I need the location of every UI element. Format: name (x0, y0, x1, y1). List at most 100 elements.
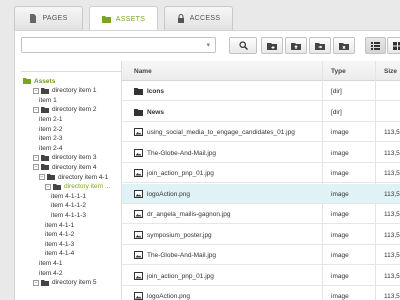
folder-open-icon (41, 87, 49, 94)
tree-item-label: item 4-1-1-3 (51, 211, 87, 219)
file-size: 113,57 (384, 211, 400, 218)
file-type: image (331, 170, 349, 177)
table-row[interactable]: join_action_pnp_01.jpg image 113,57 (122, 266, 400, 286)
collapse-toggle-icon[interactable]: − (39, 174, 45, 180)
file-type: image (331, 272, 349, 280)
file-name: symposium_poster.jpg (147, 231, 212, 239)
table-row[interactable]: logoAction.png image 113,57 (122, 286, 400, 300)
tree-item[interactable]: item 4-1-1-2 (51, 201, 86, 211)
grid-view-button[interactable] (387, 37, 400, 54)
chevron-down-icon: ▾ (206, 42, 210, 49)
file-type: image (331, 231, 349, 239)
tree-folder-item[interactable]: − directory item 5 (33, 278, 96, 288)
tree-folder-item[interactable]: − directory item 4-1 (39, 172, 108, 182)
list-view-button[interactable] (365, 37, 386, 54)
file-name: join_action_pnp_01.jpg (147, 272, 214, 280)
table-row[interactable]: dr_angela_mailis-gagnon.jpg image 113,57 (122, 204, 400, 224)
tree-item-label: item 4-1-3 (45, 240, 75, 248)
file-size: 113,57 (384, 252, 400, 259)
file-type: image (331, 190, 349, 198)
tree-item[interactable]: item 4-1-3 (45, 239, 74, 249)
tree-item[interactable]: item 2-2 (39, 124, 62, 134)
column-header-type[interactable]: Type (331, 68, 346, 75)
file-name: Icons (147, 88, 164, 95)
file-size: 113,57 (384, 293, 400, 300)
collapse-toggle-icon[interactable]: − (33, 87, 39, 94)
tree-item-label: item 2-2 (39, 125, 63, 133)
collapse-toggle-icon[interactable]: − (45, 183, 51, 190)
tree-folder-item[interactable]: Assets (23, 76, 55, 86)
table-row[interactable]: join_action_pnp_01.jpg image 113,57 (122, 163, 400, 183)
tab-access-label: ACCESS (189, 15, 221, 22)
tree-item-label: Assets (34, 77, 56, 85)
file-type: image (331, 149, 349, 157)
file-name: News (147, 108, 164, 116)
file-type: image (331, 293, 349, 300)
delete-button[interactable] (333, 37, 355, 54)
table-row[interactable]: logoAction.png image 113,57 (122, 183, 400, 204)
tree-item[interactable]: item 2-3 (39, 134, 62, 144)
collapse-toggle-icon[interactable]: − (33, 164, 39, 171)
file-size: 113,57 (384, 272, 400, 280)
collapse-toggle-icon[interactable]: − (33, 154, 39, 161)
tree-item[interactable]: item 4-1 (39, 258, 62, 268)
tree-item-label: directory item 3 (52, 154, 97, 162)
tree-item[interactable]: item 4-1-2 (45, 230, 74, 240)
new-folder-button[interactable] (261, 37, 283, 54)
tree-folder-item[interactable]: − directory item ... (45, 182, 110, 192)
table-row[interactable]: symposium_poster.jpg image 113,57 (122, 225, 400, 245)
tab-assets-label: ASSETS (115, 15, 146, 23)
tree-item-label: item 2-4 (39, 144, 63, 152)
upload-button[interactable] (285, 37, 307, 54)
tree-folder-item[interactable]: − directory item 4 (33, 162, 96, 172)
tree-folder-item[interactable]: − directory item 3 (33, 153, 96, 163)
tree-item[interactable]: item 2-4 (39, 143, 62, 153)
collapse-toggle-icon[interactable]: − (33, 106, 39, 113)
file-size: 113,57 (384, 190, 400, 198)
folder-open-icon (41, 164, 49, 171)
tree-item[interactable]: item 2-1 (39, 114, 62, 124)
file-name: The-Globe-And-Mail.jpg (147, 252, 217, 259)
tab-assets[interactable]: ASSETS (89, 6, 158, 31)
table-row[interactable]: using_social_media_to_engage_candidates_… (122, 122, 400, 142)
search-button[interactable] (229, 37, 257, 54)
tree-folder-item[interactable]: − directory item 2 (33, 105, 96, 115)
file-size: 113,57 (384, 170, 400, 177)
column-header-name[interactable]: Name (134, 68, 152, 75)
file-name: using_social_media_to_engage_candidates_… (147, 129, 295, 136)
file-size: 113,57 (384, 149, 400, 157)
file-name: logoAction.png (147, 293, 191, 300)
tree-item[interactable]: item 4-1-1-1 (51, 191, 86, 201)
folder-open-icon (41, 154, 49, 161)
tree-item[interactable]: item 4-1-1 (45, 220, 74, 230)
path-select[interactable]: ▾ (21, 37, 216, 53)
tree-item-label: item 4-2 (39, 269, 63, 277)
tree-item[interactable]: item 1 (39, 95, 57, 105)
image-icon (134, 189, 143, 198)
table-row[interactable]: The-Globe-And-Mail.jpg image 113,57 (122, 143, 400, 163)
tree-item[interactable]: item 4-1-1-3 (51, 210, 86, 220)
table-row[interactable]: Icons [dir] (122, 81, 400, 101)
tree-item-label: item 1 (39, 96, 57, 104)
table-row[interactable]: News [dir] (122, 102, 400, 122)
tab-access[interactable]: ACCESS (164, 6, 233, 30)
folder-icon (101, 16, 111, 23)
file-size: 113,57 (384, 129, 400, 136)
folder-open-icon (53, 183, 61, 190)
collapse-toggle-icon[interactable]: − (33, 279, 39, 286)
folder-open-icon (47, 174, 55, 180)
tree-item-label: item 2-1 (39, 115, 63, 123)
file-name: The-Globe-And-Mail.jpg (147, 149, 217, 157)
image-icon (134, 169, 143, 177)
tree-folder-item[interactable]: − directory item 1 (33, 86, 96, 96)
table-row[interactable]: The-Globe-And-Mail.jpg image 113,57 (122, 245, 400, 265)
image-icon (134, 251, 143, 259)
file-type: [dir] (331, 88, 342, 95)
column-header-size[interactable]: Size (384, 68, 397, 75)
tab-pages[interactable]: PAGES (14, 6, 83, 30)
tree-item-label: item 4-1-1-2 (51, 202, 87, 210)
move-button[interactable] (309, 37, 331, 54)
tree-item-label: directory item 5 (52, 279, 97, 287)
tree-item[interactable]: item 4-2 (39, 268, 62, 278)
tree-item[interactable]: item 4-1-4 (45, 249, 74, 259)
